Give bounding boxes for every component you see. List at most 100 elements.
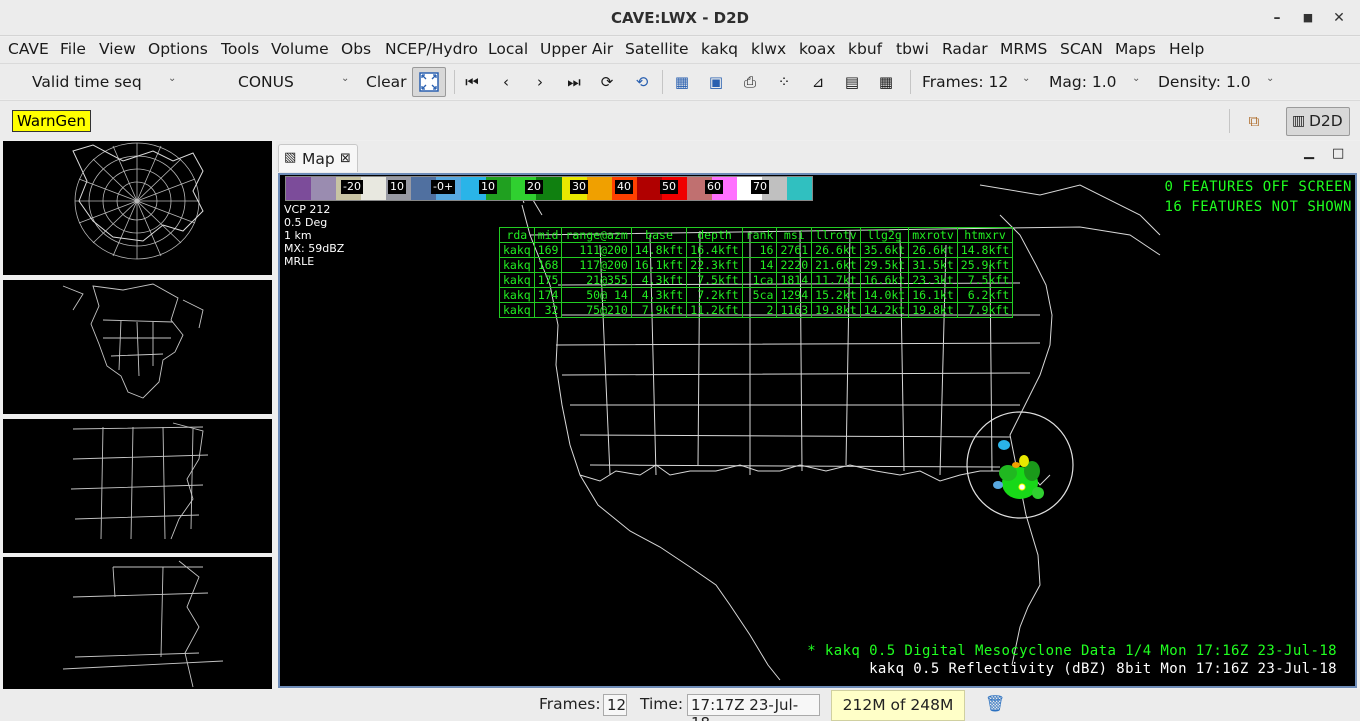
table-cell: kakq — [499, 302, 535, 318]
colorbar-label: 20 — [525, 180, 543, 194]
clear-button[interactable]: Clear — [366, 73, 407, 91]
chevron-down-icon[interactable]: ⌄ — [1022, 73, 1030, 84]
features-off-screen: 0 FEATURES OFF SCREEN — [1164, 179, 1352, 195]
table-cell: 15.2kt — [811, 287, 861, 303]
maximize-button[interactable]: ■ — [1298, 8, 1318, 28]
open-perspective-icon[interactable]: ⧉ — [1244, 111, 1264, 131]
menu-koax[interactable]: koax — [799, 40, 836, 58]
menu-kakq[interactable]: kakq — [701, 40, 738, 58]
column-header: mxrotv — [908, 227, 958, 243]
thumbnail-pane-mid-atlantic[interactable] — [3, 557, 272, 691]
prev-frame-icon[interactable]: ‹ — [496, 72, 516, 92]
menu-satellite[interactable]: Satellite — [625, 40, 688, 58]
chevron-down-icon[interactable]: ⌄ — [1266, 73, 1274, 84]
points-icon[interactable]: ⁘ — [774, 72, 794, 92]
status-bar: Frames: 12 Time: 17:17Z 23-Jul-18 212M o… — [0, 689, 1360, 721]
baseline-icon[interactable]: ⊿ — [808, 72, 828, 92]
last-frame-icon[interactable]: ⏭ — [564, 72, 584, 92]
radar-echoes — [993, 440, 1044, 499]
zoom-extent-button[interactable] — [412, 67, 446, 97]
table-cell: 5ca — [741, 287, 778, 303]
menu-radar[interactable]: Radar — [942, 40, 988, 58]
chevron-down-icon[interactable]: ⌄ — [341, 73, 349, 84]
toolbar-separator — [662, 70, 663, 94]
properties-icon[interactable]: ▣ — [706, 72, 726, 92]
table-cell: 1294 — [776, 287, 813, 303]
table-cell: 7.5kft — [686, 272, 743, 288]
menu-file[interactable]: File — [60, 40, 86, 58]
frames-label: Frames: — [539, 695, 601, 713]
menu-cave[interactable]: CAVE — [8, 40, 49, 58]
tab-map[interactable]: ▧ Map ⊠ — [278, 144, 358, 172]
north-america-map-thumbnail — [62, 283, 204, 399]
thumbnail-pane-east-us[interactable] — [3, 419, 272, 553]
mag-dropdown[interactable]: Mag: 1.0 — [1049, 73, 1117, 91]
chevron-down-icon[interactable]: ⌄ — [1132, 73, 1140, 84]
column-header: htmxrv — [956, 227, 1014, 243]
column-header: rank — [741, 227, 778, 243]
title-bar: CAVE:LWX - D2D – ■ ✕ — [0, 0, 1360, 36]
menu-scan[interactable]: SCAN — [1060, 40, 1103, 58]
close-tab-icon[interactable]: ⊠ — [340, 151, 351, 166]
table-cell: 169 — [533, 242, 563, 258]
valid-time-seq-dropdown[interactable]: Valid time seq — [32, 73, 142, 91]
menu-maps[interactable]: Maps — [1115, 40, 1156, 58]
maximize-pane-button[interactable]: □ — [1332, 146, 1344, 161]
vcp-text: VCP 212 — [284, 203, 331, 216]
table-cell: 117@200 — [561, 257, 632, 273]
table-cell: 32 — [533, 302, 563, 318]
table-cell: 21.6kt — [811, 257, 861, 273]
frames-value: 12 — [603, 694, 627, 716]
menu-local[interactable]: Local — [488, 40, 528, 58]
menu-kbuf[interactable]: kbuf — [848, 40, 882, 58]
table-cell: 111@200 — [561, 242, 632, 258]
map-tab-bar: ▧ Map ⊠ ▁ □ — [276, 141, 1360, 173]
menu-klwx[interactable]: klwx — [751, 40, 786, 58]
colorbar-label: 30 — [570, 180, 588, 194]
colorbar-label: 70 — [751, 180, 769, 194]
d2d-perspective-button[interactable]: ▥ D2D — [1286, 107, 1350, 136]
first-frame-icon[interactable]: ⏮ — [462, 72, 482, 92]
scale-dropdown[interactable]: CONUS — [238, 73, 294, 91]
table-cell: 25.9kft — [956, 257, 1014, 273]
legend-reflectivity[interactable]: kakq 0.5 Reflectivity (dBZ) 8bit Mon 17:… — [807, 660, 1337, 678]
menu-upper-air[interactable]: Upper Air — [540, 40, 613, 58]
table-row: kakq 174 50@ 14 4.3kft 7.2kft 5ca 1294 15.2kt 14… — [499, 287, 1014, 303]
menu-view[interactable]: View — [99, 40, 136, 58]
minimize-pane-button[interactable]: ▁ — [1304, 145, 1314, 160]
menu-help[interactable]: Help — [1169, 40, 1204, 58]
thumbnail-pane-north-america[interactable] — [3, 280, 272, 414]
menu-options[interactable]: Options — [148, 40, 208, 58]
time-label: Time: — [640, 695, 684, 713]
table-cell: kakq — [499, 257, 535, 273]
menu-obs[interactable]: Obs — [341, 40, 371, 58]
d2d-label: D2D — [1309, 112, 1343, 130]
menu-tools[interactable]: Tools — [221, 40, 259, 58]
map-display[interactable]: -20 10 -0+ 10 20 30 40 50 60 70 .cblabel… — [278, 173, 1357, 688]
print-icon[interactable]: ⎙ — [740, 72, 760, 92]
next-frame-icon[interactable]: › — [530, 72, 550, 92]
frames-dropdown[interactable]: Frames: 12 — [922, 73, 1008, 91]
window-title: CAVE:LWX - D2D — [611, 9, 749, 27]
image-combo-icon[interactable]: ▦ — [672, 72, 692, 92]
single-panel-icon[interactable]: ▤ — [842, 72, 862, 92]
menu-ncep-hydro[interactable]: NCEP/Hydro — [385, 40, 478, 58]
loop-properties-icon[interactable]: ⟲ — [632, 72, 652, 92]
trash-icon[interactable]: 🗑 — [985, 694, 1005, 713]
legend-mesocyclone[interactable]: * kakq 0.5 Digital Mesocyclone Data 1/4 … — [807, 642, 1337, 660]
minimize-button[interactable]: – — [1267, 8, 1287, 28]
table-cell: 14.0kt — [859, 287, 910, 303]
loop-icon[interactable]: ⟳ — [597, 72, 617, 92]
table-cell: 2 — [741, 302, 778, 318]
menu-tbwi[interactable]: tbwi — [896, 40, 929, 58]
close-button[interactable]: ✕ — [1329, 8, 1349, 28]
thumbnail-pane-northern-hemisphere[interactable] — [3, 141, 272, 275]
chevron-down-icon[interactable]: ⌄ — [168, 73, 176, 84]
warngen-button[interactable]: WarnGen — [12, 110, 91, 132]
menu-volume[interactable]: Volume — [271, 40, 329, 58]
menu-mrms[interactable]: MRMS — [1000, 40, 1047, 58]
density-dropdown[interactable]: Density: 1.0 — [1158, 73, 1251, 91]
four-panel-icon[interactable]: ▦ — [876, 72, 896, 92]
d2d-icon: ▥ — [1292, 113, 1306, 129]
table-cell: 16.6kt — [859, 272, 910, 288]
